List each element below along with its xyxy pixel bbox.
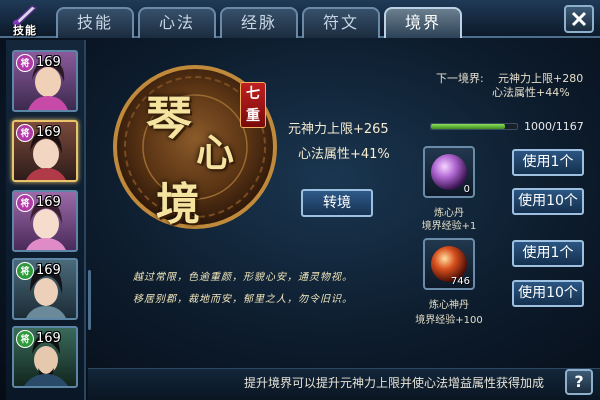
close-icon bbox=[571, 11, 587, 27]
hero-tag: 将 bbox=[16, 194, 34, 212]
realm-exp-bar bbox=[430, 123, 518, 130]
use-one-button[interactable]: 使用1个 bbox=[512, 149, 584, 176]
hero-tag: 将 bbox=[16, 262, 34, 280]
hero-level: 169 bbox=[36, 55, 61, 70]
item-slot-lianxinshendan[interactable]: 746 bbox=[423, 238, 475, 290]
use-ten-button[interactable]: 使用10个 bbox=[512, 188, 584, 215]
realm-exp-text: 1000/1167 bbox=[524, 120, 584, 133]
realm-exp-fill bbox=[431, 124, 505, 129]
hero-tag: 将 bbox=[16, 330, 34, 348]
item-effect: 境界经验+1 bbox=[421, 221, 477, 232]
item-effect: 境界经验+100 bbox=[415, 315, 483, 326]
game-window: 技能 技能 心法 经脉 符文 境界 将 169 将 169 将 169 将 16… bbox=[0, 0, 600, 400]
realm-name-char-1: 琴 bbox=[146, 91, 192, 145]
realm-rank-badge: 七 重 bbox=[240, 82, 266, 128]
tab-realm[interactable]: 境界 bbox=[384, 7, 462, 38]
hero-level: 169 bbox=[36, 195, 61, 210]
tab-rune[interactable]: 符文 bbox=[302, 7, 380, 38]
use-one-button[interactable]: 使用1个 bbox=[512, 240, 584, 267]
hero-card-1[interactable]: 将 169 bbox=[12, 50, 78, 112]
item-slot-lianxindan[interactable]: 0 bbox=[423, 146, 475, 198]
use-ten-button[interactable]: 使用10个 bbox=[512, 280, 584, 307]
hero-list-scrollbar[interactable] bbox=[88, 270, 91, 330]
realm-poem-line-1: 越过常限，色逾重颜，形貌心安，通灵物视。 bbox=[133, 272, 353, 283]
hero-tag: 将 bbox=[16, 54, 34, 72]
next-realm-label: 下一境界: bbox=[436, 72, 484, 85]
tab-skills[interactable]: 技能 bbox=[56, 7, 134, 38]
hero-card-3[interactable]: 将 169 bbox=[12, 190, 78, 252]
hero-list: 将 169 将 169 将 169 将 169 将 169 bbox=[6, 40, 91, 400]
hero-tag: 将 bbox=[16, 124, 34, 142]
current-stat-mind: 心法属性+41% bbox=[298, 147, 390, 162]
realm-name-char-2: 心 bbox=[196, 130, 235, 175]
current-stat-spirit: 元神力上限+265 bbox=[288, 122, 389, 137]
badge-label: 技能 bbox=[13, 24, 37, 37]
skill-badge: 技能 bbox=[4, 2, 46, 38]
realm-hint-text: 提升境界可以提升元神力上限并使心法增益属性获得加成 bbox=[244, 376, 545, 390]
hero-level: 169 bbox=[36, 263, 61, 278]
hero-card-4[interactable]: 将 169 bbox=[12, 258, 78, 320]
hero-card-5[interactable]: 将 169 bbox=[12, 326, 78, 388]
realm-name-char-3: 境 bbox=[156, 179, 200, 230]
hero-level: 169 bbox=[36, 125, 61, 140]
hero-card-2[interactable]: 将 169 bbox=[12, 120, 78, 182]
realm-poem-line-2: 移居别郡，裁地而安，郁里之人，勿令旧识。 bbox=[133, 294, 353, 305]
close-button[interactable] bbox=[564, 5, 594, 33]
transform-button[interactable]: 转境 bbox=[301, 189, 373, 217]
item-count: 0 bbox=[463, 184, 470, 195]
rank-char-2: 重 bbox=[246, 108, 260, 124]
rank-char-1: 七 bbox=[246, 86, 260, 102]
item-name: 炼心神丹 bbox=[429, 300, 469, 311]
tab-bar: 技能 技能 心法 经脉 符文 境界 bbox=[0, 0, 600, 38]
tab-meridian[interactable]: 经脉 bbox=[220, 7, 298, 38]
hero-level: 169 bbox=[36, 331, 61, 346]
next-stat-mind: 心法属性+44% bbox=[492, 86, 570, 99]
item-count: 746 bbox=[450, 276, 470, 287]
help-button[interactable]: ? bbox=[565, 369, 593, 395]
tab-mind-method[interactable]: 心法 bbox=[138, 7, 216, 38]
